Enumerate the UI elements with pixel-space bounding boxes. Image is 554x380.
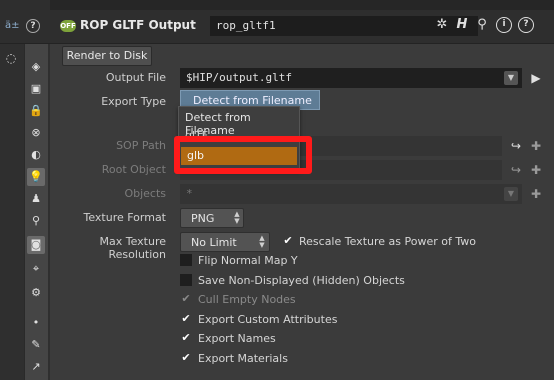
- output-file-field[interactable]: $HIP/output.gltf ▼: [180, 68, 522, 88]
- pane-corner: ä± ?: [0, 0, 50, 44]
- option-checkbox[interactable]: [180, 274, 192, 286]
- parameter-header: OFF ROP GLTF Output rop_gltf1 ✲ H ⚲ i ?: [50, 0, 554, 44]
- search-icon[interactable]: ⚲: [474, 17, 490, 33]
- view-tool-icon[interactable]: ▣: [27, 80, 45, 98]
- help-icon[interactable]: ?: [518, 17, 534, 33]
- h-icon[interactable]: H: [454, 17, 470, 33]
- select-tool-icon[interactable]: ◈: [27, 58, 45, 76]
- output-file-label: Output File: [105, 71, 166, 84]
- node-chooser-icon[interactable]: ✚: [528, 138, 544, 154]
- chevron-down-icon[interactable]: ▼: [504, 71, 518, 85]
- option-checkbox-label: Flip Normal Map Y: [198, 254, 298, 267]
- option-checkbox[interactable]: ✔: [180, 293, 192, 305]
- pen-icon[interactable]: ✎: [27, 336, 45, 354]
- option-checkbox[interactable]: ✔: [180, 332, 192, 344]
- render-to-disk-button[interactable]: Render to Disk: [62, 46, 152, 66]
- export-type-label: Export Type: [101, 95, 166, 108]
- option-checkbox-label: Save Non-Displayed (Hidden) Objects: [198, 274, 405, 287]
- pin-icon[interactable]: ◌: [1, 48, 21, 68]
- node-chooser-icon[interactable]: ✚: [528, 186, 544, 202]
- file-chooser-icon[interactable]: ▶: [528, 70, 544, 86]
- help-icon[interactable]: ?: [26, 19, 40, 33]
- brush-icon[interactable]: ↗: [27, 358, 45, 376]
- rescale-label: Rescale Texture as Power of Two: [299, 235, 476, 248]
- menu-arrows-icon: ▲ ▼: [234, 210, 240, 225]
- node-type-label: ROP GLTF Output: [80, 18, 196, 32]
- highlight-annotation-box: [174, 136, 312, 174]
- snap-icon[interactable]: ◐: [27, 146, 45, 164]
- handle-icon[interactable]: ♟: [27, 190, 45, 208]
- gear-icon[interactable]: ✲: [434, 17, 450, 33]
- jump-arrow-icon[interactable]: ↪: [508, 162, 524, 178]
- ghost-icon[interactable]: ⌖: [27, 260, 45, 278]
- close-icon[interactable]: ⊗: [27, 124, 45, 142]
- node-type-icon: OFF: [60, 20, 76, 32]
- pane-tab-label: ä±: [5, 20, 20, 31]
- objects-value: *: [186, 187, 193, 200]
- option-checkbox-label: Export Custom Attributes: [198, 313, 338, 326]
- rescale-checkbox[interactable]: ✔: [282, 235, 294, 247]
- header-strip: [50, 0, 554, 10]
- max-texture-resolution-label: Max Texture Resolution: [99, 235, 166, 261]
- option-checkbox[interactable]: ✔: [180, 313, 192, 325]
- option-checkbox[interactable]: ✔: [180, 352, 192, 364]
- output-file-value: $HIP/output.gltf: [186, 71, 292, 84]
- option-checkbox-label: Export Materials: [198, 352, 288, 365]
- option-checkbox-label: Export Names: [198, 332, 276, 345]
- objects-field[interactable]: * ▼: [180, 184, 522, 204]
- texture-format-label: Texture Format: [83, 211, 166, 224]
- info-icon[interactable]: i: [496, 17, 512, 33]
- left-toolbar: ◌ ◈ ▣ 🔒 ⊗ ◐ 💡 ♟ ⚲ ◙ ⌖ ⚙ • ✎ ↗: [0, 44, 50, 380]
- sop-path-label: SOP Path: [116, 139, 166, 152]
- max-texture-resolution-value: No Limit: [191, 236, 237, 249]
- node-chooser-icon[interactable]: ✚: [528, 162, 544, 178]
- display-icon[interactable]: ⚙: [27, 284, 45, 302]
- objects-label: Objects: [124, 187, 166, 200]
- texture-format-value: PNG: [191, 212, 215, 225]
- option-checkbox-label: Cull Empty Nodes: [198, 293, 296, 306]
- lock-icon[interactable]: 🔒: [27, 102, 45, 120]
- chevron-down-icon[interactable]: ▼: [504, 187, 518, 201]
- root-object-label: Root Object: [101, 163, 166, 176]
- parameter-panel: Render to Disk Output File $HIP/output.g…: [50, 44, 554, 380]
- menu-arrows-icon: ▲ ▼: [259, 234, 265, 249]
- option-checkbox[interactable]: [180, 254, 192, 266]
- object-icon[interactable]: ⚲: [27, 212, 45, 230]
- camera-icon[interactable]: ◙: [27, 236, 45, 254]
- light-icon[interactable]: 💡: [27, 168, 45, 186]
- jump-arrow-icon[interactable]: ↪: [508, 138, 524, 154]
- point-icon[interactable]: •: [27, 314, 45, 332]
